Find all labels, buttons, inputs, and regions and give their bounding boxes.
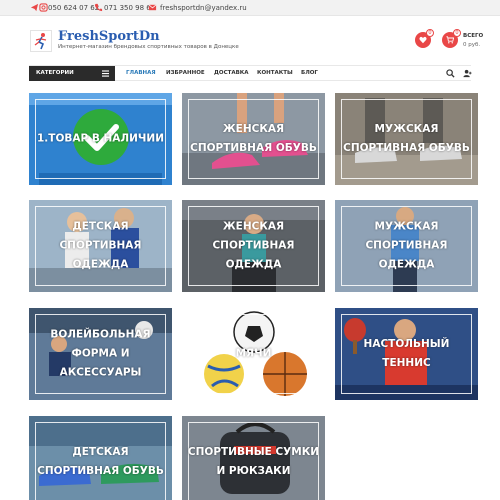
phone-1[interactable]: 050 624 07 62	[48, 3, 99, 13]
category-tile-label: НАСТОЛЬНЫЙ ТЕННИС	[363, 338, 450, 369]
category-tile-label: МУЖСКАЯ СПОРТИВНАЯ ОДЕЖДА	[365, 220, 448, 271]
category-tile-label: ЖЕНСКАЯ СПОРТИВНАЯ ОБУВЬ	[190, 123, 317, 154]
category-tile-kids-clothing[interactable]: ДЕТСКАЯ СПОРТИВНАЯ ОДЕЖДА	[29, 200, 172, 292]
categories-label: КАТЕГОРИИ	[36, 70, 74, 76]
wishlist-count-badge: 0	[426, 29, 434, 37]
category-tile-label: ДЕТСКАЯ СПОРТИВНАЯ ОБУВЬ	[37, 446, 164, 477]
categories-button[interactable]: КАТЕГОРИИ	[29, 66, 115, 81]
phone-icon	[94, 3, 103, 12]
category-tile-label: СПОРТИВНЫЕ СУМКИ И РЮКЗАКИ	[187, 446, 320, 477]
cart-count-badge: 0	[453, 29, 461, 37]
category-tile-mens-clothing[interactable]: МУЖСКАЯ СПОРТИВНАЯ ОДЕЖДА	[335, 200, 478, 292]
nav-link-contacts[interactable]: КОНТАКТЫ	[257, 70, 293, 76]
nav-link-home[interactable]: ГЛАВНАЯ	[126, 70, 156, 76]
category-tile-bags[interactable]: СПОРТИВНЫЕ СУМКИ И РЮКЗАКИ	[182, 416, 325, 500]
nav-link-favorites[interactable]: ИЗБРАННОЕ	[166, 70, 205, 76]
site-logo[interactable]	[30, 30, 52, 52]
search-icon[interactable]	[446, 69, 455, 78]
nav-link-delivery[interactable]: ДОСТАВКА	[214, 70, 249, 76]
category-tile-table-tennis[interactable]: НАСТОЛЬНЫЙ ТЕННИС	[335, 308, 478, 400]
site-name[interactable]: FreshSportDn	[58, 29, 160, 44]
cart-icon	[446, 36, 454, 44]
instagram-icon[interactable]	[39, 3, 48, 12]
top-contact-bar: 050 624 07 62 071 350 98 62 freshsportdn…	[0, 0, 500, 16]
telegram-icon[interactable]	[30, 3, 39, 12]
runner-logo-icon	[34, 33, 47, 50]
category-tile-mens-shoes[interactable]: МУЖСКАЯ СПОРТИВНАЯ ОБУВЬ	[335, 93, 478, 185]
category-tile-label: МЯЧИ	[235, 347, 272, 360]
cart-total-value: 0 руб.	[463, 42, 481, 48]
category-tile-volleyball[interactable]: ВОЛЕЙБОЛЬНАЯ ФОРМА И АКСЕССУАРЫ	[29, 308, 172, 400]
category-tile-in-stock[interactable]: 1.ТОВАР В НАЛИЧИИ	[29, 93, 172, 185]
cart-total-label: ВСЕГО	[463, 33, 484, 39]
category-tile-label: ЖЕНСКАЯ СПОРТИВНАЯ ОДЕЖДА	[212, 220, 295, 271]
category-tile-label: МУЖСКАЯ СПОРТИВНАЯ ОБУВЬ	[343, 123, 470, 154]
category-tile-label: ВОЛЕЙБОЛЬНАЯ ФОРМА И АКСЕССУАРЫ	[50, 328, 151, 379]
category-tile-label: 1.ТОВАР В НАЛИЧИИ	[36, 132, 164, 145]
email-icon	[148, 4, 157, 11]
category-tile-womens-shoes[interactable]: ЖЕНСКАЯ СПОРТИВНАЯ ОБУВЬ	[182, 93, 325, 185]
nav-link-blog[interactable]: БЛОГ	[301, 70, 318, 76]
site-description: Интернет-магазин брендовых спортивных то…	[58, 44, 239, 50]
menu-icon	[102, 70, 109, 77]
category-tile-kids-shoes[interactable]: ДЕТСКАЯ СПОРТИВНАЯ ОБУВЬ	[29, 416, 172, 500]
main-navigation: КАТЕГОРИИ ГЛАВНАЯ ИЗБРАННОЕ ДОСТАВКА КОН…	[29, 65, 472, 81]
account-icon[interactable]	[463, 69, 472, 78]
category-tile-womens-clothing[interactable]: ЖЕНСКАЯ СПОРТИВНАЯ ОДЕЖДА	[182, 200, 325, 292]
heart-icon	[419, 36, 427, 44]
category-tile-balls[interactable]: МЯЧИ	[182, 308, 325, 400]
email-link[interactable]: freshsportdn@yandex.ru	[160, 3, 247, 13]
category-tile-label: ДЕТСКАЯ СПОРТИВНАЯ ОДЕЖДА	[59, 220, 142, 271]
